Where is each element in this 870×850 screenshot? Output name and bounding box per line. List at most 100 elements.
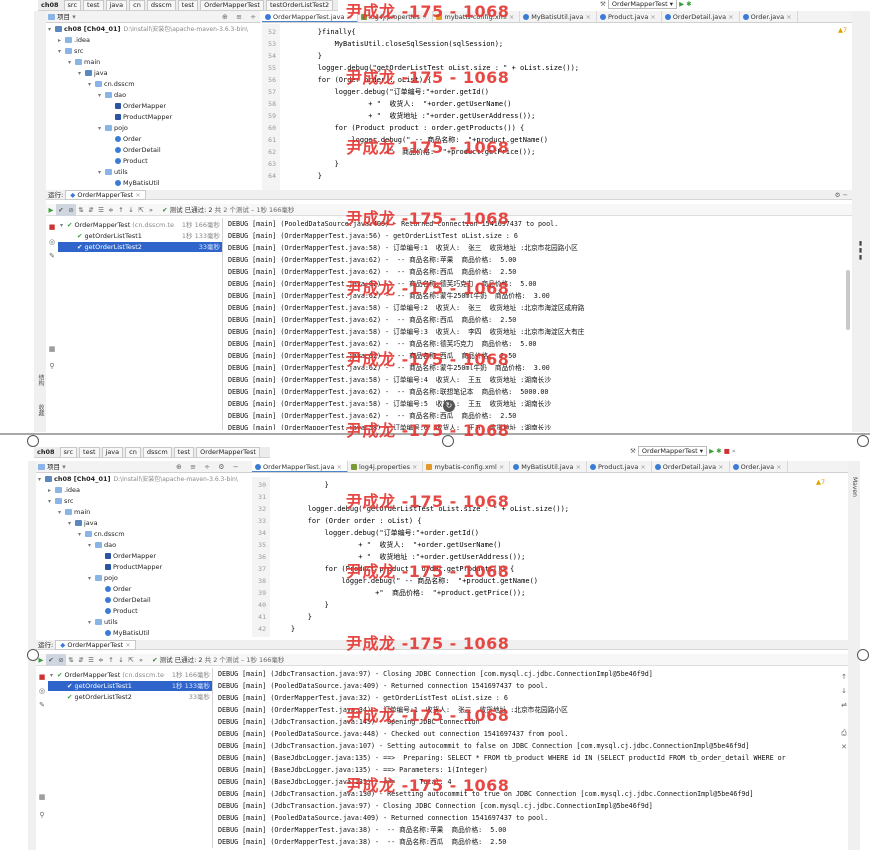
test-item[interactable]: ✔ getOrderListTest1 1秒 133毫秒 (48, 681, 212, 691)
down-icon[interactable]: ↓ (116, 654, 126, 666)
stop-icon[interactable]: ■ (48, 223, 56, 231)
expand-arrow-icon[interactable]: ▾ (58, 507, 65, 518)
favorites-tool-label[interactable]: 收藏 (36, 404, 45, 416)
expand-arrow-icon[interactable]: ▾ (78, 529, 85, 540)
run-tab[interactable]: ◆ OrderMapperTest × (55, 640, 136, 650)
close-icon[interactable]: × (586, 13, 591, 21)
hammer-icon[interactable]: ⚒ (600, 0, 606, 8)
tree-item[interactable]: Product (108, 156, 148, 167)
breadcrumb-item[interactable]: dsscm (142, 447, 172, 457)
rotate-icon[interactable]: ↻ (443, 400, 455, 412)
rerun-icon[interactable]: ▶ (46, 204, 56, 216)
close-icon[interactable]: × (509, 13, 514, 21)
breadcrumb-item[interactable]: test (83, 0, 104, 10)
tree-item[interactable]: ProductMapper (108, 112, 172, 123)
top-code-editor[interactable]: }finally{ MyBatisUtil.closeSqlSession(sq… (284, 24, 844, 190)
breadcrumb-item[interactable]: ch08 (34, 448, 58, 457)
structure-tool-label[interactable]: 结构 (36, 374, 45, 386)
code-line[interactable]: + " 收货人: "+order.getUserName() (284, 98, 511, 110)
breadcrumb-item[interactable]: java (105, 0, 128, 10)
expand-arrow-icon[interactable]: ▸ (58, 35, 65, 46)
collapse-all-icon[interactable]: ≑ (106, 204, 116, 216)
test-item[interactable]: ✔ getOrderListTest1 1秒 133毫秒 (58, 231, 222, 241)
close-icon[interactable]: × (786, 13, 791, 21)
expand-arrow-icon[interactable]: ▾ (38, 474, 45, 485)
collapse-all-icon[interactable]: ≑ (96, 654, 106, 666)
expand-arrow-icon[interactable]: ▾ (68, 57, 75, 68)
breadcrumb-item[interactable]: test (173, 447, 195, 457)
debug-icon[interactable]: ✱ (716, 447, 721, 455)
tree-item[interactable]: ▾ utils (98, 167, 128, 178)
tree-item[interactable]: OrderDetail (98, 595, 151, 606)
code-line[interactable]: } (274, 479, 329, 491)
project-tool-icons[interactable]: ⊕ ≡ ÷ ⚙ − (176, 461, 242, 472)
expand-arrow-icon[interactable]: ▾ (88, 617, 95, 628)
tree-item[interactable]: ▾ src (58, 46, 84, 57)
editor-tab[interactable]: OrderMapperTest.java × (252, 461, 348, 472)
tree-item[interactable]: ▾ pojo (88, 573, 118, 584)
maven-tool-label[interactable]: Maven (851, 477, 858, 497)
close-icon[interactable]: × (499, 463, 504, 471)
tree-item[interactable]: Product (98, 606, 138, 617)
bottom-console-output[interactable]: DEBUG [main] (JdbcTransaction.java:97) -… (218, 668, 838, 850)
expand-arrow-icon[interactable]: ▾ (88, 573, 95, 584)
stop-icon[interactable]: ■ (38, 673, 46, 681)
hammer-icon[interactable]: ⚒ (630, 447, 636, 455)
code-line[interactable]: } (274, 599, 329, 611)
editor-tab[interactable]: Order.java × (730, 461, 788, 472)
expand-arrow-icon[interactable]: ▾ (78, 68, 85, 79)
tree-item[interactable]: ▾ ch08 [Ch04_01] D:\Install\安装包\apache-mav… (48, 24, 248, 35)
tree-item[interactable]: Order (98, 584, 131, 595)
tree-item[interactable]: ▾ cn.dsscm (78, 529, 125, 540)
sort-duration-icon[interactable]: ⇵ (76, 654, 86, 666)
expand-arrow-icon[interactable]: ▾ (98, 167, 105, 178)
camera-icon[interactable]: ◎ (48, 238, 56, 246)
run-config-select[interactable]: OrderMapperTest ▾ (607, 0, 678, 9)
tree-item[interactable]: ▾ src (48, 496, 74, 507)
expand-arrow-icon[interactable]: ▾ (88, 540, 95, 551)
code-line[interactable]: } (274, 611, 312, 623)
close-icon[interactable]: × (640, 463, 645, 471)
sort-duration-icon[interactable]: ⇵ (86, 204, 96, 216)
code-line[interactable]: } (284, 50, 322, 62)
more-icon[interactable]: » (136, 654, 146, 666)
breadcrumb-item[interactable]: test (79, 447, 100, 457)
code-line[interactable]: } (284, 170, 322, 182)
stop-icon[interactable]: ■ (724, 447, 730, 455)
expand-arrow-icon[interactable]: ▾ (48, 496, 55, 507)
dropdown-icon[interactable]: ▾ (72, 13, 76, 21)
expand-arrow-icon[interactable]: ▾ (50, 671, 57, 681)
close-icon[interactable]: × (728, 13, 733, 21)
crop-handle[interactable] (27, 649, 39, 661)
show-ignored-icon[interactable]: ⊘ (56, 654, 66, 666)
tree-item[interactable]: OrderMapper (108, 101, 166, 112)
close-icon[interactable]: × (650, 13, 655, 21)
up-icon[interactable]: ↑ (116, 204, 126, 216)
tree-item[interactable]: ▾ cn.dsscm (88, 79, 135, 90)
show-passed-icon[interactable]: ✔ (46, 654, 56, 666)
editor-tab[interactable]: OrderDetail.java × (652, 461, 730, 472)
close-icon[interactable]: × (776, 463, 781, 471)
tree-item[interactable]: ▾ ch08 [Ch04_01] D:\Install\安装包\apache-mav… (38, 474, 238, 485)
warning-badge[interactable]: ▲7 (816, 478, 825, 486)
run-config-select[interactable]: OrderMapperTest ▾ (637, 446, 708, 456)
wrench-icon[interactable]: ✎ (38, 701, 46, 709)
close-icon[interactable]: × (135, 191, 140, 199)
code-line[interactable]: for (Order order : oList) { (274, 515, 422, 527)
editor-tab[interactable]: Order.java × (740, 11, 798, 22)
code-line[interactable]: }finally{ (284, 26, 356, 38)
code-line[interactable]: } (274, 623, 295, 635)
code-line[interactable]: +" 商品价格: "+product.getPrice()); (274, 587, 525, 599)
editor-tab[interactable]: MyBatisUtil.java × (510, 461, 587, 472)
project-tool-icons[interactable]: ⊕ ≡ ÷ ⚙ − (222, 11, 260, 22)
expand-arrow-icon[interactable]: ▾ (48, 24, 55, 35)
expand-arrow-icon[interactable]: ▾ (98, 90, 105, 101)
tree-item[interactable]: OrderMapper (98, 551, 156, 562)
editor-tab[interactable]: OrderDetail.java × (662, 11, 740, 22)
down-icon[interactable]: ↓ (126, 204, 136, 216)
expand-arrow-icon[interactable]: ▾ (88, 79, 95, 90)
breadcrumb-item[interactable]: testOrderListTest2 (265, 0, 334, 10)
show-passed-icon[interactable]: ✔ (56, 204, 66, 216)
close-icon[interactable]: × (718, 463, 723, 471)
tree-item[interactable]: ▾ utils (88, 617, 118, 628)
